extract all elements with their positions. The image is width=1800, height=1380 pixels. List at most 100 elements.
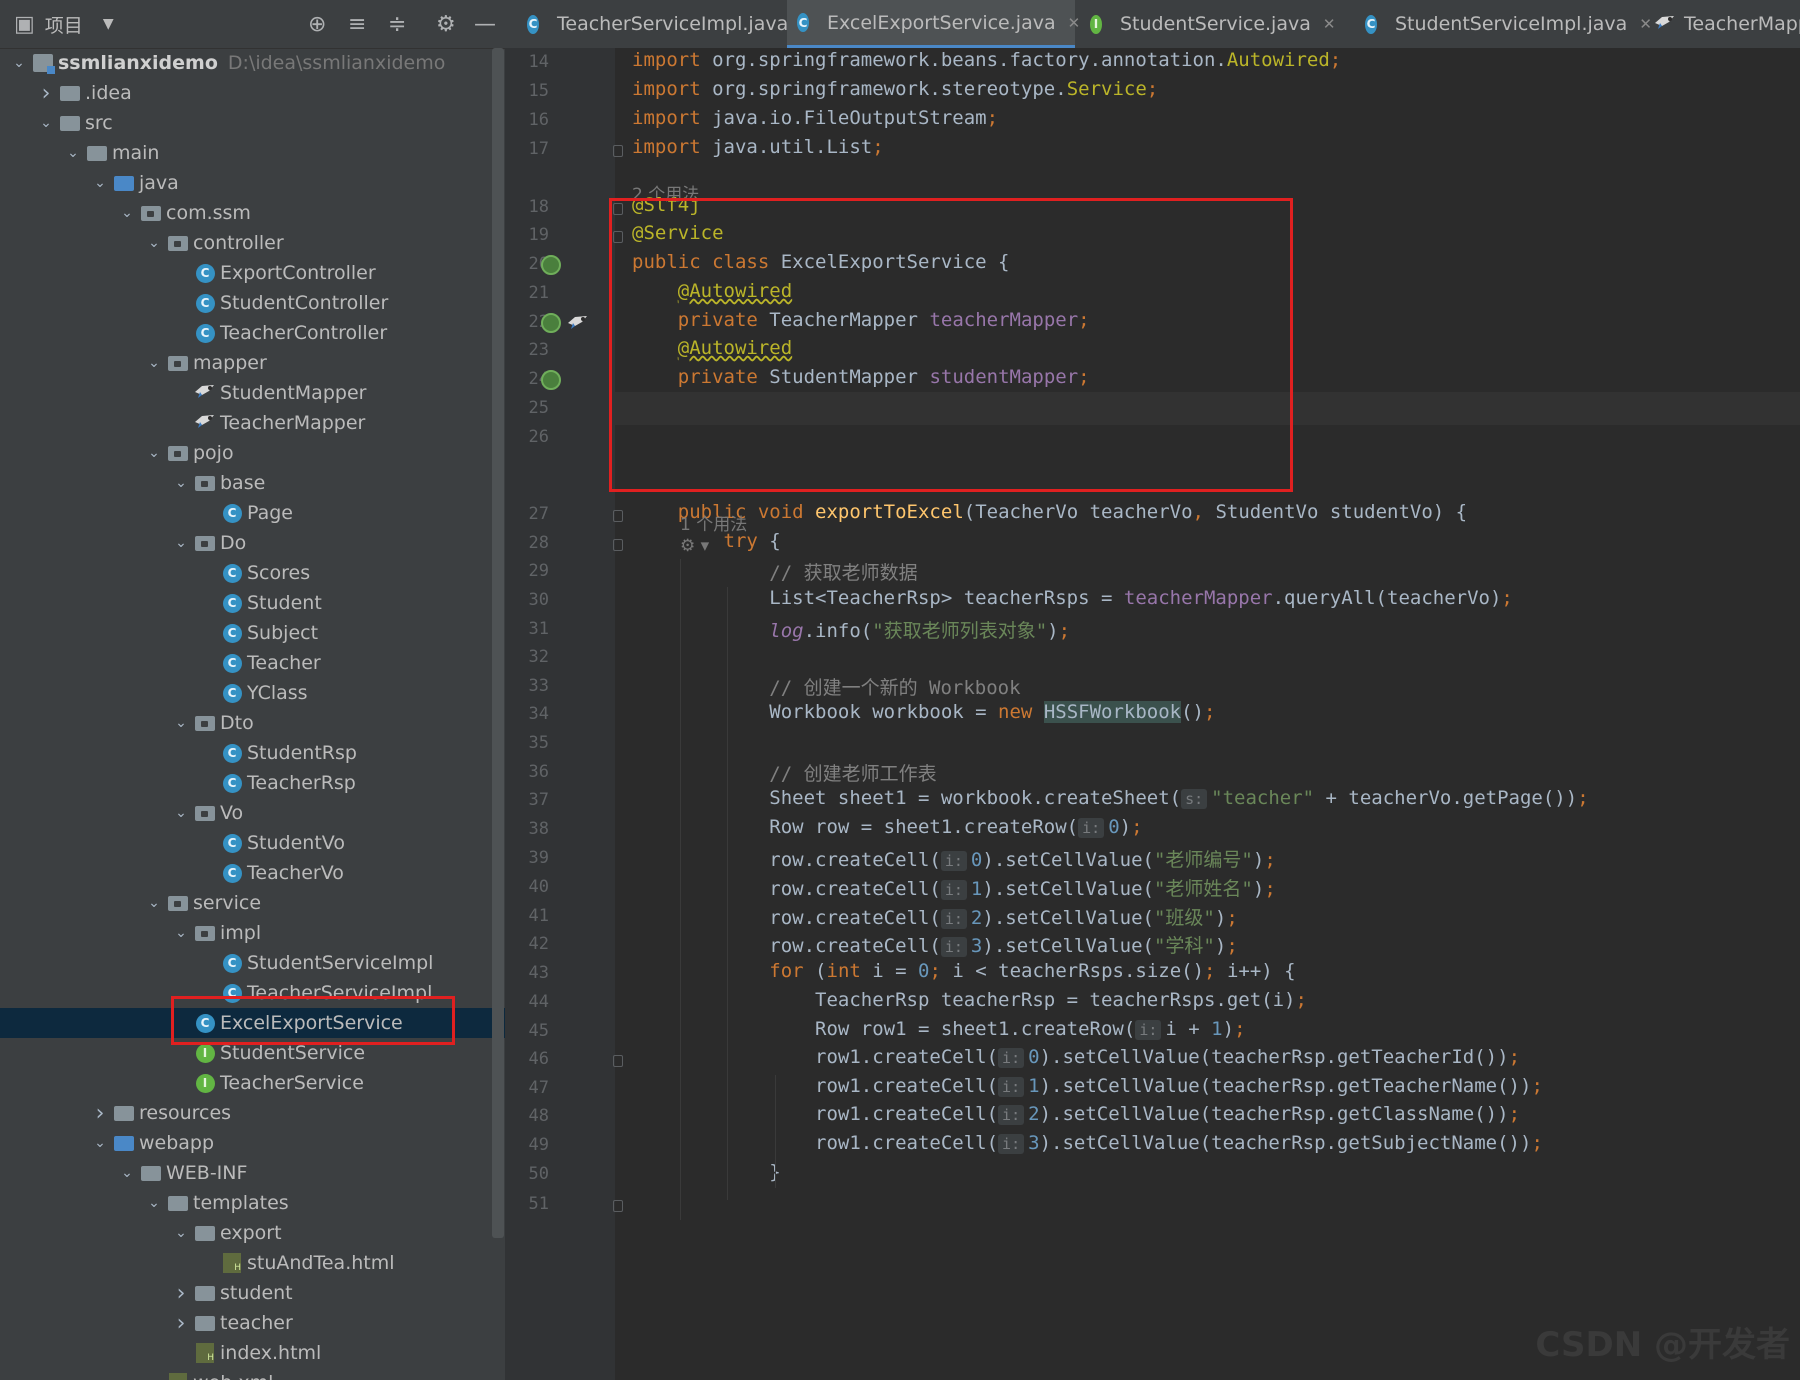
tree-item[interactable]: ⌄ Do (0, 528, 505, 558)
chevron-right-icon[interactable]: › (89, 1101, 111, 1126)
chevron-down-icon[interactable]: ⌄ (143, 895, 165, 911)
tree-item[interactable]: ⌄ ssmlianxidemo D:\idea\ssmlianxidemo (0, 48, 505, 78)
tree-item[interactable]: StudentMapper (0, 378, 505, 408)
tree-item[interactable]: ⌄ main (0, 138, 505, 168)
tree-item[interactable]: C Scores (0, 558, 505, 588)
tree-item[interactable]: ⌄ WEB-INF (0, 1158, 505, 1188)
tree-item[interactable]: ⌄ Vo (0, 798, 505, 828)
tree-item[interactable]: › student (0, 1278, 505, 1308)
mybatis-navigate-icon[interactable] (567, 314, 589, 334)
chevron-down-icon[interactable]: ⌄ (143, 355, 165, 371)
tree-item[interactable]: ⌄ service (0, 888, 505, 918)
editor-tab[interactable]: CTeacherServiceImpl.java✕ (517, 0, 813, 48)
tree-item[interactable]: C ExportController (0, 258, 505, 288)
code-line[interactable]: row.createCell(i: 0).setCellValue("老师编号")… (632, 845, 1276, 872)
code-line[interactable]: row.createCell(i: 2).setCellValue("班级"); (632, 903, 1238, 930)
chevron-down-icon[interactable]: ⌄ (143, 235, 165, 251)
editor-tab[interactable]: TeacherMapper.java (1644, 0, 1800, 48)
code-line[interactable]: Workbook workbook = new HSSFWorkbook(); (632, 701, 1215, 723)
chevron-down-icon[interactable]: ⌄ (62, 145, 84, 161)
code-line[interactable]: for (int i = 0; i < teacherRsps.size(); … (632, 960, 1295, 982)
tree-scrollbar[interactable] (492, 48, 504, 1238)
tree-item[interactable]: C Subject (0, 618, 505, 648)
tree-item[interactable]: I TeacherService (0, 1068, 505, 1098)
close-tab-icon[interactable]: ✕ (1323, 15, 1336, 33)
fold-marker-icon[interactable] (613, 203, 623, 215)
chevron-down-icon[interactable]: ⌄ (116, 1165, 138, 1181)
code-line[interactable]: import org.springframework.beans.factory… (632, 49, 1341, 71)
tree-item[interactable]: C StudentVo (0, 828, 505, 858)
chevron-down-icon[interactable]: ⌄ (170, 805, 192, 821)
chevron-down-icon[interactable]: ⌄ (170, 475, 192, 491)
spring-autowired-icon[interactable] (541, 313, 561, 333)
minimize-icon[interactable]: — (474, 10, 496, 38)
code-line[interactable]: row1.createCell(i: 3).setCellValue(teache… (632, 1132, 1543, 1154)
tree-item[interactable]: C YClass (0, 678, 505, 708)
chevron-right-icon[interactable]: › (170, 1311, 192, 1336)
code-line[interactable]: // 创建老师工作表 (632, 759, 936, 786)
tree-item[interactable]: C Page (0, 498, 505, 528)
tree-item[interactable]: TeacherMapper (0, 408, 505, 438)
tree-item[interactable]: ⌄ webapp (0, 1128, 505, 1158)
code-line[interactable]: import java.util.List; (632, 136, 884, 158)
fold-marker-icon[interactable] (613, 510, 623, 522)
usage-hint[interactable]: 1 个用法 (680, 510, 747, 535)
tree-item[interactable]: C StudentController (0, 288, 505, 318)
spring-autowired-icon[interactable] (541, 370, 561, 390)
tree-item[interactable]: ⌄ base (0, 468, 505, 498)
chevron-down-icon[interactable]: ⌄ (116, 205, 138, 221)
tree-item[interactable]: ⌄ mapper (0, 348, 505, 378)
code-line[interactable]: row1.createCell(i: 0).setCellValue(teache… (632, 1046, 1520, 1068)
code-line[interactable]: public void exportToExcel(TeacherVo teac… (632, 501, 1467, 523)
fold-marker-icon[interactable] (613, 539, 623, 551)
spring-bean-icon[interactable] (541, 255, 561, 275)
tree-item[interactable]: C StudentRsp (0, 738, 505, 768)
chevron-down-icon[interactable]: ⌄ (170, 1225, 192, 1241)
chevron-down-icon[interactable]: ⌄ (170, 715, 192, 731)
expand-all-icon[interactable]: ≡ (348, 10, 366, 38)
editor-tab[interactable]: C StudentServiceImpl.java ✕ (1355, 0, 1652, 48)
code-line[interactable]: row1.createCell(i: 2).setCellValue(teache… (632, 1103, 1520, 1125)
tree-item[interactable]: ⌄ templates (0, 1188, 505, 1218)
tree-item[interactable]: › resources (0, 1098, 505, 1128)
code-line[interactable]: // 获取老师数据 (632, 558, 917, 585)
editor-tab[interactable]: I StudentService.java ✕ (1080, 0, 1357, 48)
tree-item[interactable]: C StudentServiceImpl (0, 948, 505, 978)
tree-item[interactable]: C TeacherRsp (0, 768, 505, 798)
tree-item[interactable]: Hweb.xml (0, 1368, 505, 1380)
chevron-down-icon[interactable]: ⌄ (143, 1195, 165, 1211)
tree-item[interactable]: C TeacherController (0, 318, 505, 348)
code-line[interactable]: import org.springframework.stereotype.Se… (632, 78, 1158, 100)
chevron-down-icon[interactable]: ⌄ (170, 535, 192, 551)
tree-item[interactable]: ⌄ src (0, 108, 505, 138)
project-view-selector[interactable]: ▣ 项目 ▼ (14, 10, 114, 38)
gear-icon[interactable]: ⚙ (436, 10, 456, 38)
close-tab-icon[interactable]: ✕ (1068, 14, 1081, 32)
tree-item[interactable]: ⌄ pojo (0, 438, 505, 468)
tree-item[interactable]: ⌄ impl (0, 918, 505, 948)
tree-item[interactable]: C Teacher (0, 648, 505, 678)
tree-item[interactable]: ⌄ controller (0, 228, 505, 258)
code-line[interactable]: TeacherRsp teacherRsp = teacherRsps.get(… (632, 989, 1307, 1011)
tree-item[interactable]: C TeacherVo (0, 858, 505, 888)
fold-marker-icon[interactable] (613, 1200, 623, 1212)
code-line[interactable]: log.info("获取老师列表对象"); (632, 616, 1070, 643)
chevron-down-icon[interactable]: ⌄ (143, 445, 165, 461)
tree-item[interactable]: Hindex.html (0, 1338, 505, 1368)
inlay-settings-icon[interactable]: ⚙ ▾ (680, 536, 709, 556)
code-line[interactable]: row1.createCell(i: 1).setCellValue(teache… (632, 1075, 1543, 1097)
code-editor[interactable]: 14 15 16 17 18 19 20 21 22 23 24 25 26 27 28 29 30 31 32 33… (505, 48, 1800, 1380)
fold-marker-icon[interactable] (613, 145, 623, 157)
tree-item[interactable]: ⌄ export (0, 1218, 505, 1248)
locate-icon[interactable]: ⊕ (308, 10, 326, 38)
chevron-down-icon[interactable]: ⌄ (35, 115, 57, 131)
code-line[interactable]: // 创建一个新的 Workbook (632, 673, 1020, 700)
chevron-down-icon[interactable]: ⌄ (8, 55, 30, 71)
chevron-right-icon[interactable]: › (35, 81, 57, 106)
code-line[interactable]: row.createCell(i: 3).setCellValue("学科"); (632, 931, 1238, 958)
fold-marker-icon[interactable] (613, 231, 623, 243)
code-line[interactable]: } (632, 1161, 780, 1183)
chevron-down-icon[interactable]: ⌄ (89, 1135, 111, 1151)
chevron-right-icon[interactable]: › (170, 1281, 192, 1306)
tree-item[interactable]: › teacher (0, 1308, 505, 1338)
